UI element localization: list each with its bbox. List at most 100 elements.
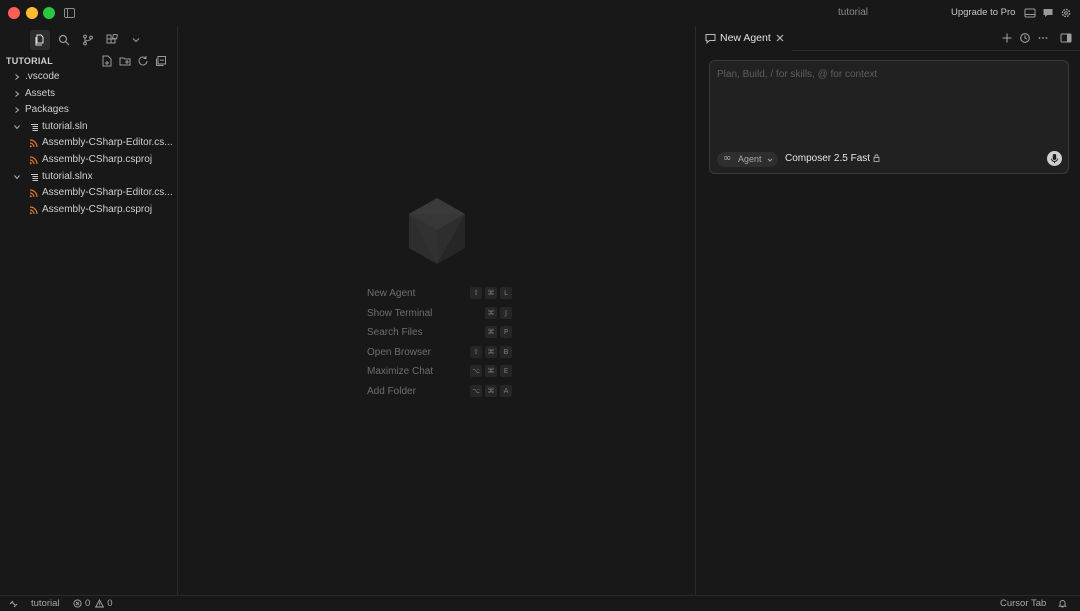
upgrade-to-pro-link[interactable]: Upgrade to Pro (951, 7, 1015, 18)
key-cap: A (500, 384, 512, 397)
chevron-down-icon[interactable] (13, 123, 21, 131)
tree-item[interactable]: Assets (0, 86, 178, 103)
shortcut-row[interactable]: Show Terminal ⌘ J (367, 306, 512, 326)
solution-file-icon (31, 173, 38, 181)
remote-connection-icon[interactable] (9, 599, 18, 608)
shortcut-keys: ⌘ P (485, 326, 512, 339)
files-icon[interactable] (30, 30, 50, 50)
title-bar: tutorial Upgrade to Pro (0, 0, 1080, 26)
chat-feedback-icon[interactable] (1042, 7, 1054, 19)
tree-item[interactable]: Assembly-CSharp-Editor.cs... (0, 135, 178, 152)
key-cap: L (500, 287, 512, 299)
agent-mode-label: Agent (738, 154, 762, 164)
rss-project-icon (29, 156, 38, 165)
agent-prompt-input[interactable] (717, 69, 1057, 139)
settings-gear-icon[interactable] (1060, 7, 1072, 19)
agent-tab-bar: New Agent (696, 26, 1080, 51)
key-cap: ⌘ (485, 384, 497, 397)
key-cap: ⌘ (485, 345, 497, 358)
shortcut-label: Add Folder (367, 385, 416, 397)
new-chat-plus-icon[interactable] (1001, 32, 1013, 44)
notifications-bell-icon[interactable] (1058, 599, 1067, 608)
toggle-panel-icon[interactable] (1024, 7, 1036, 19)
tree-item[interactable]: tutorial.slnx (0, 169, 178, 186)
history-clock-icon[interactable] (1019, 32, 1031, 44)
workspace-name[interactable]: tutorial (31, 598, 60, 609)
new-folder-icon[interactable] (119, 55, 131, 67)
tree-item-label: Packages (25, 104, 69, 116)
tree-item-label: tutorial.slnx (42, 170, 93, 182)
maximize-window-button[interactable] (43, 7, 55, 19)
shortcut-row[interactable]: Maximize Chat ⌥ ⌘ E (367, 364, 512, 384)
cursor-logo-icon (409, 198, 465, 264)
toggle-sidebar-icon[interactable] (64, 8, 75, 18)
key-cap: E (500, 365, 512, 378)
status-bar: tutorial 0 0 Cursor Tab (0, 595, 1080, 611)
shortcut-row[interactable]: Search Files ⌘ P (367, 325, 512, 345)
tree-item-label: Assembly-CSharp.csproj (42, 203, 153, 215)
error-count: 0 (85, 598, 91, 609)
chevron-down-icon[interactable] (128, 32, 144, 48)
shortcut-row[interactable]: Open Browser ⇧ ⌘ B (367, 345, 512, 365)
extensions-icon[interactable] (104, 32, 120, 48)
chevron-down-icon[interactable] (13, 173, 21, 181)
tree-item[interactable]: Assembly-CSharp-Editor.cs... (0, 185, 178, 202)
shortcut-keys: ⌥ ⌘ E (470, 365, 512, 378)
new-file-icon[interactable] (101, 55, 113, 67)
shortcut-row[interactable]: New Agent ⇧ ⌘ L (367, 286, 512, 306)
close-window-button[interactable] (8, 7, 20, 19)
editor-empty-state: New Agent ⇧ ⌘ L Show Terminal ⌘ J Search Files ⌘… (178, 26, 695, 595)
explorer-title: TUTORIAL (6, 56, 53, 66)
error-icon (73, 599, 82, 608)
refresh-icon[interactable] (137, 55, 149, 67)
tree-item[interactable]: Packages (0, 102, 178, 119)
infinity-icon: ∞ (723, 153, 732, 164)
tab-label: New Agent (720, 32, 771, 44)
cursor-tab-status[interactable]: Cursor Tab (1000, 598, 1046, 609)
rss-project-icon (29, 189, 38, 198)
window-title: tutorial (837, 7, 868, 18)
source-control-icon[interactable] (80, 32, 96, 48)
shortcut-label: New Agent (367, 288, 416, 299)
chevron-right-icon[interactable] (13, 73, 21, 81)
more-options-icon[interactable] (1037, 32, 1049, 44)
shortcut-keys: ⇧ ⌘ B (470, 345, 512, 358)
tree-item[interactable]: Assembly-CSharp.csproj (0, 202, 178, 219)
explorer-sidebar: TUTORIAL .vscode Assets Packages tutorial.s… (0, 26, 178, 595)
tree-item-label: Assembly-CSharp-Editor.cs... (42, 187, 173, 199)
key-cap: J (500, 306, 512, 319)
problems-indicator[interactable]: 0 0 (73, 598, 113, 609)
key-cap: P (500, 326, 512, 339)
lock-icon (873, 154, 880, 162)
minimize-window-button[interactable] (26, 7, 38, 19)
microphone-button[interactable] (1047, 151, 1062, 166)
agent-panel: New Agent ∞ Agent Composer 2.5 Fast (695, 26, 1080, 595)
tree-item[interactable]: tutorial.sln (0, 119, 178, 136)
model-selector[interactable]: Composer 2.5 Fast (785, 153, 870, 164)
collapse-all-icon[interactable] (155, 55, 167, 67)
key-cap: ⌘ (485, 306, 497, 319)
agent-mode-dropdown[interactable]: ∞ Agent (717, 152, 778, 167)
shortcut-label: Show Terminal (367, 307, 433, 319)
shortcut-row[interactable]: Add Folder ⌥ ⌘ A (367, 384, 512, 404)
tree-item-label: Assembly-CSharp.csproj (42, 153, 153, 165)
key-cap: ⇧ (470, 287, 482, 299)
shortcut-label: Search Files (367, 327, 423, 339)
tree-item[interactable]: Assembly-CSharp.csproj (0, 152, 178, 169)
search-icon[interactable] (56, 32, 72, 48)
key-cap: ⌥ (470, 365, 482, 378)
rss-project-icon (29, 206, 38, 214)
tree-item[interactable]: .vscode (0, 69, 178, 86)
toggle-right-panel-icon[interactable] (1060, 32, 1072, 44)
chevron-right-icon[interactable] (13, 106, 21, 114)
tree-item-label: Assembly-CSharp-Editor.cs... (42, 137, 173, 149)
shortcut-keys: ⌥ ⌘ A (470, 384, 512, 397)
close-icon[interactable] (775, 33, 785, 43)
shortcut-keys: ⇧ ⌘ L (470, 287, 512, 299)
microphone-icon (1051, 154, 1058, 164)
key-cap: ⌘ (485, 326, 497, 339)
file-tree: .vscode Assets Packages tutorial.sln Assembl… (0, 69, 178, 218)
chevron-right-icon[interactable] (13, 90, 21, 98)
tree-item-label: .vscode (25, 71, 60, 82)
tab-new-agent[interactable]: New Agent (696, 26, 792, 51)
